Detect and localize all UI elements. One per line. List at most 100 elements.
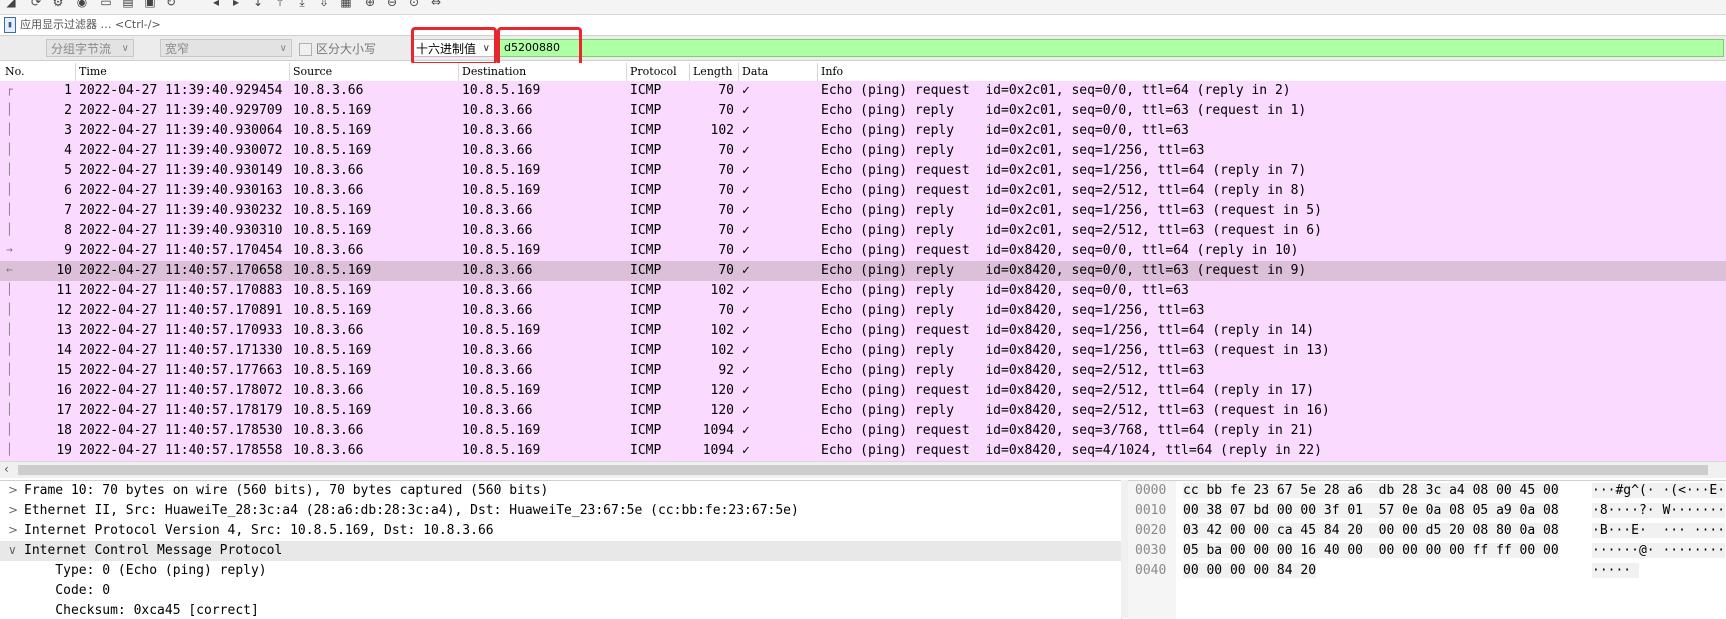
column-header-length[interactable]: Length	[693, 65, 732, 78]
column-header-info[interactable]: Info	[821, 65, 843, 78]
detail-tree-item[interactable]: Checksum: 0xca45 [correct]	[0, 601, 1121, 619]
shark-fin-stop-icon[interactable]: ◢	[3, 0, 19, 10]
search-value-input[interactable]: d5200880	[498, 39, 1724, 57]
scroll-left-icon[interactable]: ‹	[4, 462, 9, 476]
packet-row[interactable]: ┌ 1 2022-04-27 11:39:40.929454 10.8.3.66 10.…	[0, 81, 1726, 101]
hex-bytes[interactable]: 00 00 00 00 84 20	[1183, 563, 1317, 578]
packet-row[interactable]: │ 5 2022-04-27 11:39:40.930149 10.8.3.66 10.…	[0, 161, 1726, 181]
packet-row[interactable]: │ 2 2022-04-27 11:39:40.929709 10.8.5.169 10…	[0, 101, 1726, 121]
column-header-no[interactable]: No.	[5, 65, 25, 78]
packet-row[interactable]: │ 4 2022-04-27 11:39:40.930072 10.8.5.169 10…	[0, 141, 1726, 161]
go-back-icon[interactable]: ◂	[208, 0, 224, 10]
search-scope-value: 分组字节流	[51, 42, 112, 56]
case-sensitive-checkbox[interactable]	[299, 43, 312, 56]
go-forward-icon[interactable]: ▸	[228, 0, 244, 10]
related-packet-marker: →	[6, 243, 13, 256]
hex-bytes[interactable]: 05 ba 00 00 00 16 40 00 00 00 00 00 ff f…	[1183, 543, 1559, 558]
packet-length: 70	[718, 223, 734, 238]
column-separator[interactable]	[458, 63, 459, 81]
detail-tree-item[interactable]: > Ethernet II, Src: HuaweiTe_28:3c:a4 (28…	[0, 501, 1121, 521]
ascii-bytes[interactable]: ······@· ········	[1592, 543, 1726, 558]
related-packet-marker: │	[6, 143, 13, 156]
first-packet-icon[interactable]: ⤒	[272, 0, 288, 10]
go-to-icon[interactable]: ↓	[250, 0, 266, 10]
column-separator[interactable]	[738, 63, 739, 81]
capture-icon[interactable]: ◉	[74, 0, 90, 10]
packet-list-scrollbar[interactable]: ‹	[0, 461, 1726, 478]
column-header-time[interactable]: Time	[79, 65, 107, 78]
column-separator[interactable]	[689, 63, 690, 81]
resize-columns-icon[interactable]: ⇔	[428, 0, 444, 10]
packet-row[interactable]: │ 8 2022-04-27 11:39:40.930310 10.8.5.169 10…	[0, 221, 1726, 241]
packet-src: 10.8.5.169	[293, 343, 372, 358]
packet-time: 2022-04-27 11:39:40.930163	[79, 183, 283, 198]
options-icon[interactable]: ⚙	[50, 0, 66, 10]
packet-row[interactable]: → 9 2022-04-27 11:40:57.170454 10.8.3.66 10.…	[0, 241, 1726, 261]
packet-row[interactable]: │ 17 2022-04-27 11:40:57.178179 10.8.5.169 1…	[0, 401, 1726, 421]
ascii-bytes[interactable]: ·8····?· W·······	[1592, 503, 1726, 518]
ascii-bytes[interactable]: ···#g^(· ·(<···E·	[1592, 483, 1726, 498]
close-file-icon[interactable]: ▣	[142, 0, 158, 10]
detail-tree-item[interactable]: Code: 0	[0, 581, 1121, 601]
column-separator[interactable]	[289, 63, 290, 81]
detail-text: Ethernet II, Src: HuaweiTe_28:3c:a4 (28:…	[24, 503, 799, 518]
highlight-box	[411, 27, 497, 65]
column-header-protocol[interactable]: Protocol	[630, 65, 677, 78]
detail-tree-item[interactable]: ∨ Internet Control Message Protocol	[0, 541, 1121, 561]
save-file-icon[interactable]: ▤	[120, 0, 136, 10]
bookmark-icon[interactable]: ▮	[4, 17, 16, 33]
column-separator[interactable]	[75, 63, 76, 81]
packet-info: Echo (ping) reply id=0x8420, seq=0/0, tt…	[821, 283, 1189, 298]
column-separator[interactable]	[817, 63, 818, 81]
hex-bytes[interactable]: cc bb fe 23 67 5e 28 a6 db 28 3c a4 08 0…	[1183, 483, 1559, 498]
scrollbar-thumb[interactable]	[18, 465, 1708, 475]
detail-tree-item[interactable]: Type: 0 (Echo (ping) reply)	[0, 561, 1121, 581]
packet-row[interactable]: │ 11 2022-04-27 11:40:57.170883 10.8.5.169 1…	[0, 281, 1726, 301]
packet-row[interactable]: │ 16 2022-04-27 11:40:57.178072 10.8.3.66 10…	[0, 381, 1726, 401]
column-header-data[interactable]: Data	[742, 65, 768, 78]
packet-row[interactable]: │ 12 2022-04-27 11:40:57.170891 10.8.5.169 1…	[0, 301, 1726, 321]
packet-row[interactable]: ← 10 2022-04-27 11:40:57.170658 10.8.5.169 1…	[0, 261, 1726, 281]
hex-bytes[interactable]: 03 42 00 00 ca 45 84 20 00 00 d5 20 08 8…	[1183, 523, 1559, 538]
ascii-bytes[interactable]: ·····	[1592, 563, 1639, 578]
packet-row[interactable]: │ 18 2022-04-27 11:40:57.178530 10.8.3.66 10…	[0, 421, 1726, 441]
packet-row[interactable]: │ 13 2022-04-27 11:40:57.170933 10.8.3.66 10…	[0, 321, 1726, 341]
detail-tree-item[interactable]: > Frame 10: 70 bytes on wire (560 bits), …	[0, 481, 1121, 501]
zoom-reset-icon[interactable]: ⊙	[406, 0, 422, 10]
case-sensitive-label: 区分大小写	[316, 42, 377, 56]
restart-icon[interactable]: ⟳	[28, 0, 44, 10]
search-charset-select[interactable]: 宽窄 ∨	[160, 39, 292, 57]
packet-row[interactable]: │ 7 2022-04-27 11:39:40.930232 10.8.5.169 10…	[0, 201, 1726, 221]
reload-icon[interactable]: ↻	[163, 0, 179, 10]
ascii-bytes[interactable]: ·B···E· ··· ····	[1592, 523, 1726, 538]
packet-row[interactable]: │ 3 2022-04-27 11:39:40.930064 10.8.5.169 10…	[0, 121, 1726, 141]
search-scope-select[interactable]: 分组字节流 ∨	[46, 39, 134, 57]
chevron-right-icon[interactable]: >	[8, 503, 18, 517]
packet-number: 2	[64, 103, 72, 118]
byte-offset: 0030	[1135, 543, 1167, 558]
packet-src: 10.8.3.66	[293, 83, 364, 98]
packet-row[interactable]: │ 15 2022-04-27 11:40:57.177663 10.8.5.169 1…	[0, 361, 1726, 381]
packet-dst: 10.8.5.169	[462, 163, 541, 178]
colorize-icon[interactable]: ▦	[338, 0, 354, 10]
detail-tree-item[interactable]: > Internet Protocol Version 4, Src: 10.8.…	[0, 521, 1121, 541]
zoom-in-icon[interactable]: ⊕	[362, 0, 378, 10]
packet-info: Echo (ping) reply id=0x2c01, seq=1/256, …	[821, 143, 1205, 158]
packet-row[interactable]: │ 19 2022-04-27 11:40:57.178558 10.8.3.66 10…	[0, 441, 1726, 461]
display-filter-input[interactable]: 应用显示过滤器 … <Ctrl-/>	[20, 17, 1720, 33]
pane-splitter[interactable]	[1121, 480, 1128, 618]
zoom-out-icon[interactable]: ⊖	[384, 0, 400, 10]
last-packet-icon[interactable]: ⤓	[294, 0, 310, 10]
packet-dst: 10.8.5.169	[462, 243, 541, 258]
chevron-down-icon[interactable]: ∨	[8, 543, 17, 557]
packet-row[interactable]: │ 6 2022-04-27 11:39:40.930163 10.8.3.66 10.…	[0, 181, 1726, 201]
column-header-destination[interactable]: Destination	[462, 65, 526, 78]
column-separator[interactable]	[626, 63, 627, 81]
packet-row[interactable]: │ 14 2022-04-27 11:40:57.171330 10.8.5.169 1…	[0, 341, 1726, 361]
hex-bytes[interactable]: 00 38 07 bd 00 00 3f 01 57 0e 0a 08 05 a…	[1183, 503, 1559, 518]
column-header-source[interactable]: Source	[293, 65, 332, 78]
open-file-icon[interactable]: ▭	[98, 0, 114, 10]
auto-scroll-icon[interactable]: ⇩	[316, 0, 332, 10]
chevron-right-icon[interactable]: >	[8, 523, 18, 537]
chevron-right-icon[interactable]: >	[8, 483, 18, 497]
